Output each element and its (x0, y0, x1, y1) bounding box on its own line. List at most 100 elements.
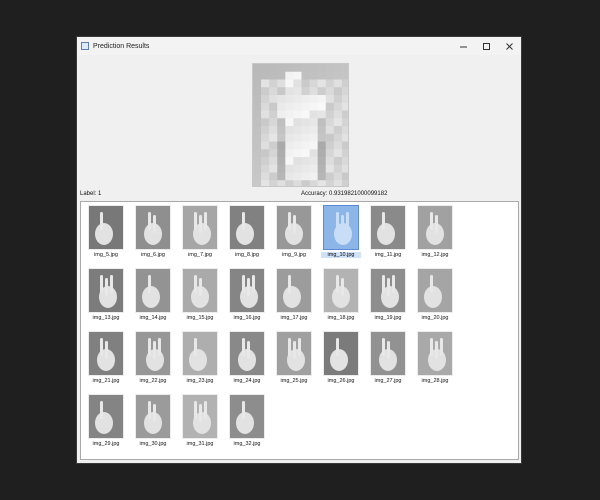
minimize-icon (460, 46, 467, 47)
hand-sign-thumbnail (277, 332, 311, 375)
image-list-item[interactable]: img_22.jpg (133, 331, 173, 384)
image-list-item[interactable]: img_32.jpg (227, 394, 267, 447)
image-filename: img_17.jpg (280, 315, 308, 321)
image-thumbnail (323, 268, 359, 313)
image-list-item[interactable]: img_24.jpg (227, 331, 267, 384)
image-filename: img_13.jpg (92, 315, 120, 321)
hand-sign-thumbnail (418, 332, 452, 375)
image-thumbnail (276, 205, 312, 250)
image-filename: img_11.jpg (374, 252, 402, 258)
hand-sign-thumbnail (136, 269, 170, 312)
hand-sign-thumbnail (324, 206, 358, 249)
image-filename: img_27.jpg (374, 378, 402, 384)
image-list-item[interactable]: img_6.jpg (133, 205, 173, 258)
close-button[interactable] (498, 37, 521, 55)
image-thumbnail (417, 268, 453, 313)
image-list-item[interactable]: img_19.jpg (368, 268, 408, 321)
image-list-item[interactable]: img_11.jpg (368, 205, 408, 258)
image-list-item[interactable]: img_26.jpg (321, 331, 361, 384)
hand-sign-thumbnail (89, 395, 123, 438)
image-filename: img_7.jpg (188, 252, 212, 258)
image-list-item[interactable]: img_7.jpg (180, 205, 220, 258)
image-thumbnail (417, 205, 453, 250)
image-list-item[interactable]: img_25.jpg (274, 331, 314, 384)
image-list-item[interactable]: img_20.jpg (415, 268, 455, 321)
image-thumbnail (135, 205, 171, 250)
image-filename: img_29.jpg (92, 441, 120, 447)
image-thumbnail (229, 268, 265, 313)
hand-sign-thumbnail (324, 269, 358, 312)
image-thumbnail (229, 331, 265, 376)
image-filename: img_20.jpg (421, 315, 449, 321)
image-filename: img_14.jpg (139, 315, 167, 321)
image-thumbnail (135, 394, 171, 439)
image-thumbnail (417, 331, 453, 376)
image-filename: img_22.jpg (139, 378, 167, 384)
hand-sign-thumbnail (136, 395, 170, 438)
image-list[interactable]: img_5.jpg img_6.jpg img_7.jpg img_8.jpg img_… (80, 201, 519, 460)
image-thumbnail (88, 268, 124, 313)
minimize-button[interactable] (452, 37, 475, 55)
image-filename: img_15.jpg (186, 315, 214, 321)
image-filename: img_6.jpg (141, 252, 165, 258)
image-list-item[interactable]: img_28.jpg (415, 331, 455, 384)
hand-sign-thumbnail (183, 332, 217, 375)
image-list-item[interactable]: img_16.jpg (227, 268, 267, 321)
image-list-item[interactable]: img_14.jpg (133, 268, 173, 321)
image-filename: img_9.jpg (282, 252, 306, 258)
image-thumbnail (276, 268, 312, 313)
image-filename: img_18.jpg (327, 315, 355, 321)
prediction-accuracy: Accuracy: 0.9319821000099182 (301, 191, 388, 197)
hand-sign-thumbnail (371, 206, 405, 249)
image-list-item[interactable]: img_21.jpg (86, 331, 126, 384)
image-list-item[interactable]: img_5.jpg (86, 205, 126, 258)
hand-sign-thumbnail (136, 206, 170, 249)
image-list-item[interactable]: img_31.jpg (180, 394, 220, 447)
hand-sign-thumbnail (277, 269, 311, 312)
image-filename: img_16.jpg (233, 315, 261, 321)
predicted-image-preview (252, 63, 349, 187)
hand-sign-thumbnail (136, 332, 170, 375)
image-thumbnail (135, 331, 171, 376)
image-list-item[interactable]: img_15.jpg (180, 268, 220, 321)
image-thumbnail (276, 331, 312, 376)
image-thumbnail (182, 205, 218, 250)
image-list-item[interactable]: img_12.jpg (415, 205, 455, 258)
image-list-item[interactable]: img_8.jpg (227, 205, 267, 258)
image-thumbnail (229, 205, 265, 250)
hand-sign-thumbnail (89, 269, 123, 312)
title-bar[interactable]: Prediction Results (77, 37, 521, 55)
hand-sign-thumbnail (183, 269, 217, 312)
image-filename: img_32.jpg (233, 441, 261, 447)
image-thumbnail (88, 205, 124, 250)
hand-sign-image (253, 64, 348, 186)
app-icon (81, 42, 89, 50)
image-list-item[interactable]: img_30.jpg (133, 394, 173, 447)
image-thumbnail (182, 331, 218, 376)
maximize-button[interactable] (475, 37, 498, 55)
image-list-item[interactable]: img_18.jpg (321, 268, 361, 321)
maximize-icon (483, 42, 490, 50)
prediction-results-window: Prediction Results Label: 1 Accuracy: 0.… (76, 36, 522, 464)
image-filename: img_10.jpg (321, 252, 361, 258)
image-list-item[interactable]: img_10.jpg (321, 205, 361, 258)
image-filename: img_24.jpg (233, 378, 261, 384)
image-list-item[interactable]: img_17.jpg (274, 268, 314, 321)
image-list-item[interactable]: img_27.jpg (368, 331, 408, 384)
hand-sign-thumbnail (183, 395, 217, 438)
image-thumbnail (370, 331, 406, 376)
image-thumbnail (88, 394, 124, 439)
hand-sign-thumbnail (183, 206, 217, 249)
hand-sign-thumbnail (418, 206, 452, 249)
hand-sign-thumbnail (371, 269, 405, 312)
window-controls (452, 37, 521, 55)
image-list-item[interactable]: img_23.jpg (180, 331, 220, 384)
hand-sign-thumbnail (324, 332, 358, 375)
image-list-item[interactable]: img_29.jpg (86, 394, 126, 447)
image-list-item[interactable]: img_9.jpg (274, 205, 314, 258)
image-list-item[interactable]: img_13.jpg (86, 268, 126, 321)
image-filename: img_26.jpg (327, 378, 355, 384)
image-thumbnail (182, 268, 218, 313)
hand-sign-thumbnail (89, 332, 123, 375)
image-thumbnail (135, 268, 171, 313)
